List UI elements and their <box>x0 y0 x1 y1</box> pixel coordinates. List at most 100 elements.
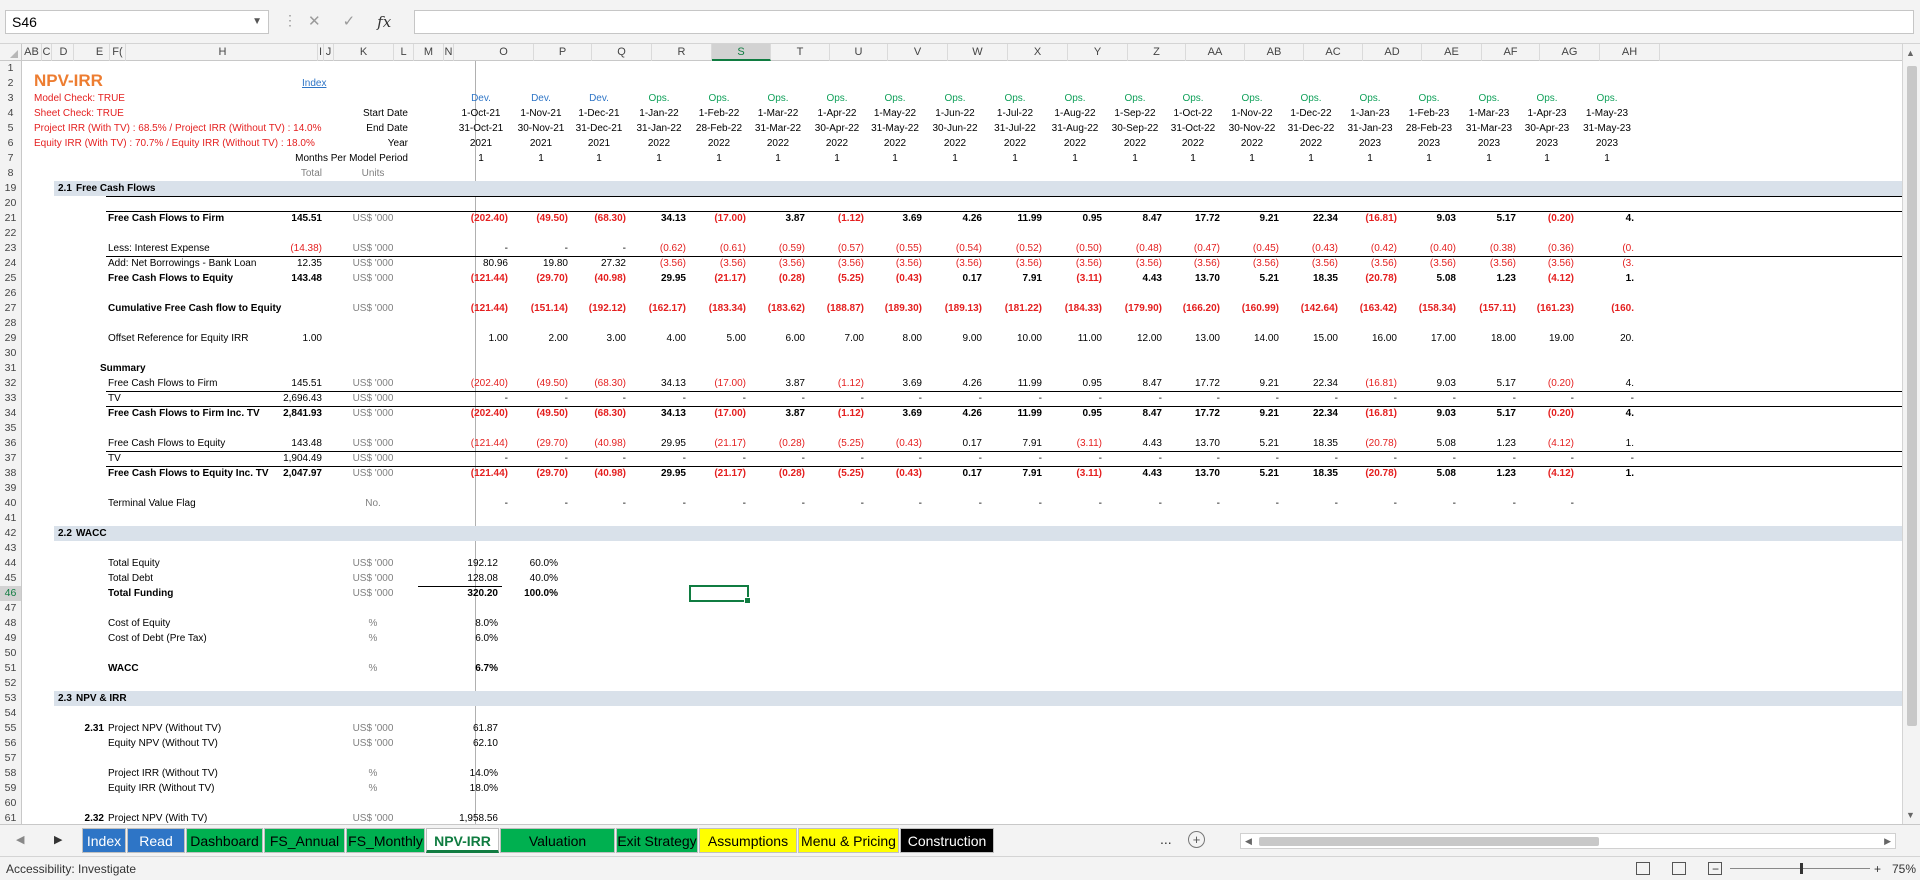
name-box[interactable]: S46 ▼ <box>5 10 269 34</box>
tab-assumptions[interactable]: Assumptions <box>699 828 797 853</box>
column-header[interactable]: AB <box>1245 44 1304 61</box>
column-header[interactable]: AH <box>1600 44 1660 61</box>
row-header[interactable]: 55 <box>0 721 21 736</box>
column-header[interactable]: Z <box>1128 44 1186 61</box>
row-header[interactable]: 48 <box>0 616 21 631</box>
row-header[interactable]: 27 <box>0 301 21 316</box>
tab-scroll-left-icon[interactable]: ◀ <box>16 833 24 846</box>
row-header[interactable]: 58 <box>0 766 21 781</box>
row-header[interactable]: 30 <box>0 346 21 361</box>
row-header[interactable]: 8 <box>0 166 21 181</box>
column-header[interactable]: Q <box>592 44 652 61</box>
column-header[interactable]: L <box>394 44 414 61</box>
index-link[interactable]: Index <box>302 76 362 91</box>
row-header[interactable]: 7 <box>0 151 21 166</box>
column-header[interactable]: AD <box>1363 44 1422 61</box>
row-header[interactable]: 56 <box>0 736 21 751</box>
scroll-up-icon[interactable]: ▲ <box>1906 48 1915 58</box>
vertical-scrollbar[interactable]: ▲ ▼ <box>1902 44 1920 824</box>
column-header[interactable]: E <box>90 44 110 61</box>
active-cell[interactable] <box>689 585 751 604</box>
row-header[interactable]: 37 <box>0 451 21 466</box>
tab-fs-annual[interactable]: FS_Annual <box>264 828 345 853</box>
row-header[interactable]: 57 <box>0 751 21 766</box>
cancel-icon[interactable]: ✕ <box>308 10 321 34</box>
row-header[interactable]: 51 <box>0 661 21 676</box>
tab-scroll-right-icon[interactable]: ▶ <box>54 833 62 846</box>
row-header[interactable]: 22 <box>0 226 21 241</box>
select-all-corner[interactable] <box>0 44 22 61</box>
accessibility-status[interactable]: Accessibility: Investigate <box>6 857 136 881</box>
row-header[interactable]: 40 <box>0 496 21 511</box>
horizontal-scrollbar[interactable]: ◀ ▶ <box>1240 833 1896 849</box>
column-header[interactable]: U <box>830 44 888 61</box>
row-header[interactable]: 3 <box>0 91 21 106</box>
column-header[interactable]: AA <box>1186 44 1245 61</box>
column-header[interactable]: D <box>54 44 74 61</box>
row-header[interactable]: 41 <box>0 511 21 526</box>
row-header[interactable]: 47 <box>0 601 21 616</box>
tab-index[interactable]: Index <box>82 828 126 853</box>
zoom-out-icon[interactable]: − <box>1712 857 1719 881</box>
row-header[interactable]: 29 <box>0 331 21 346</box>
row-header[interactable]: 5 <box>0 121 21 136</box>
column-header[interactable]: AC <box>1304 44 1363 61</box>
row-header[interactable]: 43 <box>0 541 21 556</box>
row-header[interactable]: 52 <box>0 676 21 691</box>
zoom-level[interactable]: 75% <box>1892 857 1916 881</box>
row-header[interactable]: 6 <box>0 136 21 151</box>
row-header[interactable]: 36 <box>0 436 21 451</box>
normal-view-icon[interactable] <box>1636 862 1650 875</box>
row-header[interactable]: 4 <box>0 106 21 121</box>
tab-construction[interactable]: Construction <box>900 828 994 853</box>
column-header[interactable]: AB <box>22 44 42 61</box>
column-header[interactable]: R <box>652 44 712 61</box>
column-header[interactable]: K <box>334 44 394 61</box>
tab-npv-irr[interactable]: NPV-IRR <box>426 828 499 853</box>
column-header[interactable]: M <box>414 44 444 61</box>
row-header[interactable]: 59 <box>0 781 21 796</box>
tab-fs-monthly[interactable]: FS_Monthly <box>346 828 425 853</box>
chevron-down-icon[interactable]: ▼ <box>252 11 262 33</box>
row-header[interactable]: 1 <box>0 61 21 76</box>
add-sheet-icon[interactable]: + <box>1188 831 1205 848</box>
row-header[interactable]: 46 <box>0 586 21 601</box>
row-header[interactable]: 20 <box>0 196 21 211</box>
row-header[interactable]: 21 <box>0 211 21 226</box>
scroll-down-icon[interactable]: ▼ <box>1906 810 1915 820</box>
row-header[interactable]: 45 <box>0 571 21 586</box>
zoom-slider-knob[interactable] <box>1800 863 1803 874</box>
row-header[interactable]: 26 <box>0 286 21 301</box>
row-header[interactable]: 19 <box>0 181 21 196</box>
column-header[interactable]: J <box>324 44 334 61</box>
scroll-thumb[interactable] <box>1259 837 1599 846</box>
row-header[interactable]: 34 <box>0 406 21 421</box>
column-header[interactable]: N <box>444 44 454 61</box>
row-header[interactable]: 44 <box>0 556 21 571</box>
more-tabs-icon[interactable]: ... <box>1160 831 1172 847</box>
tab-dashboard[interactable]: Dashboard <box>186 828 263 853</box>
row-header[interactable]: 32 <box>0 376 21 391</box>
row-header[interactable]: 25 <box>0 271 21 286</box>
column-header[interactable]: F( <box>110 44 126 61</box>
column-header[interactable]: AE <box>1422 44 1482 61</box>
row-header[interactable]: 28 <box>0 316 21 331</box>
scroll-left-icon[interactable]: ◀ <box>1245 834 1252 848</box>
row-header[interactable]: 23 <box>0 241 21 256</box>
column-header[interactable]: T <box>771 44 830 61</box>
column-header[interactable]: O <box>474 44 534 61</box>
column-header[interactable]: V <box>888 44 948 61</box>
column-header[interactable]: H <box>128 44 318 61</box>
tab-read-me[interactable]: Read Me <box>127 828 185 874</box>
column-header[interactable]: S <box>712 44 771 61</box>
column-header[interactable]: W <box>948 44 1008 61</box>
column-header[interactable]: Y <box>1068 44 1128 61</box>
row-header[interactable]: 24 <box>0 256 21 271</box>
column-header[interactable]: P <box>534 44 592 61</box>
row-header[interactable]: 33 <box>0 391 21 406</box>
column-header[interactable]: AF <box>1482 44 1540 61</box>
row-header[interactable]: 31 <box>0 361 21 376</box>
confirm-icon[interactable]: ✓ <box>343 10 356 34</box>
column-header[interactable]: X <box>1008 44 1068 61</box>
worksheet-grid[interactable]: NPV-IRR Index Model Check: TRUE Sheet Check… <box>22 61 1902 824</box>
